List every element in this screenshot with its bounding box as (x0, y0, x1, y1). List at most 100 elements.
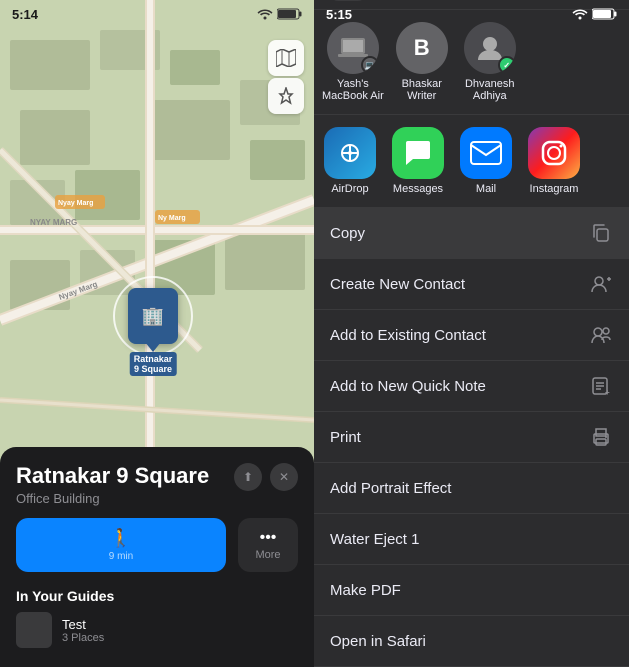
guide-info: Test 3 Places (62, 617, 104, 644)
status-time-right: 5:15 (326, 7, 352, 22)
person-avatar-bhaskar: B (396, 22, 448, 74)
instagram-icon (528, 127, 580, 179)
create-contact-label: Create New Contact (330, 276, 579, 293)
person-name-dhvanesh: DhvaneshAdhiya (465, 78, 515, 102)
map-controls (268, 40, 304, 114)
action-water-eject[interactable]: Water Eject 1 (314, 514, 629, 565)
person-name-yash: Yash'sMacBook Air (322, 78, 384, 102)
compass-icon (277, 87, 295, 105)
messages-icon (392, 127, 444, 179)
water-eject-icon (589, 527, 613, 551)
map-type-button[interactable] (268, 40, 304, 76)
battery-icon (277, 8, 302, 20)
place-type: Office Building (16, 491, 298, 506)
instagram-label: Instagram (530, 183, 579, 195)
copy-symbol (591, 223, 611, 243)
copy-label: Copy (330, 225, 579, 242)
bhaskar-initial: B (414, 35, 430, 61)
guides-title: In Your Guides (16, 588, 298, 604)
battery-icon-right (592, 8, 617, 20)
app-item-instagram[interactable]: Instagram (526, 127, 582, 195)
device-badge-dhvanesh: ✓ (498, 56, 516, 74)
left-map-panel: Nyay Marg NYAY MARG Nyay Marg Ny Marg 5:… (0, 0, 314, 667)
make-pdf-label: Make PDF (330, 582, 579, 599)
mail-symbol (470, 141, 502, 165)
action-portrait[interactable]: Add Portrait Effect (314, 463, 629, 514)
person-item-dhvanesh[interactable]: ✓ DhvaneshAdhiya (460, 22, 520, 102)
action-add-existing-contact[interactable]: Add to Existing Contact (314, 310, 629, 361)
action-row: 🚶 9 min ••• More (16, 518, 298, 572)
device-badge-yash: 💻 (361, 56, 379, 74)
messages-symbol (403, 138, 433, 168)
location-button[interactable] (268, 78, 304, 114)
portrait-label: Add Portrait Effect (330, 480, 579, 497)
close-button[interactable]: ✕ (270, 463, 298, 491)
person-add-symbol (591, 274, 611, 294)
guide-count: 3 Places (62, 632, 104, 644)
quick-note-icon: + (589, 374, 613, 398)
action-list: Copy Create New Contact (314, 208, 629, 667)
status-icons-left (257, 8, 302, 20)
copy-icon (589, 221, 613, 245)
walk-icon: 🚶 (110, 528, 132, 549)
action-make-pdf[interactable]: Make PDF (314, 565, 629, 616)
status-time-left: 5:14 (12, 7, 38, 22)
bottom-sheet-left: ⬆ ✕ Ratnakar 9 Square Office Building 🚶 … (0, 447, 314, 667)
pin-label: Ratnakar9 Square (130, 352, 177, 376)
open-safari-label: Open in Safari (330, 633, 579, 650)
person-existing-symbol (591, 325, 611, 345)
action-copy[interactable]: Copy (314, 208, 629, 259)
water-eject-label: Water Eject 1 (330, 531, 579, 548)
svg-text:Nyay Marg: Nyay Marg (58, 200, 93, 207)
mail-label: Mail (476, 183, 496, 195)
walk-button[interactable]: 🚶 9 min (16, 518, 226, 572)
share-sheet: 🗺 Ratnakar 9 Square Office Building · DJ… (314, 0, 629, 667)
create-contact-icon (589, 272, 613, 296)
print-icon (589, 425, 613, 449)
person-avatar-dhvanesh: ✓ (464, 22, 516, 74)
app-item-mail[interactable]: Mail (458, 127, 514, 195)
right-share-panel: 5:15 🗺 Ratnakar 9 Square Office Building… (314, 0, 629, 667)
apps-row: AirDrop Messages Mail (314, 115, 629, 208)
mail-icon (460, 127, 512, 179)
print-label: Print (330, 429, 579, 446)
guide-item[interactable]: Test 3 Places (16, 612, 298, 648)
sheet-controls: ⬆ ✕ (234, 463, 298, 491)
more-icon: ••• (260, 529, 277, 547)
wifi-icon-right (572, 8, 588, 20)
wifi-icon (257, 8, 273, 20)
location-pin: 🏢 Ratnakar9 Square (128, 288, 178, 344)
instagram-symbol (539, 138, 569, 168)
share-button[interactable]: ⬆ (234, 463, 262, 491)
portrait-icon (589, 476, 613, 500)
airdrop-symbol (335, 138, 365, 168)
location-pin-area: 🏢 Ratnakar9 Square (113, 276, 193, 356)
more-label: More (255, 549, 280, 561)
note-symbol: + (591, 376, 611, 396)
app-item-airdrop[interactable]: AirDrop (322, 127, 378, 195)
status-bar-right: 5:15 (314, 0, 629, 28)
person-item-yash[interactable]: 💻 Yash'sMacBook Air (322, 22, 384, 102)
guides-section: In Your Guides Test 3 Places (16, 588, 298, 648)
guide-name: Test (62, 617, 104, 632)
person-name-bhaskar: BhaskarWriter (402, 78, 442, 102)
more-button[interactable]: ••• More (238, 518, 298, 572)
action-quick-note[interactable]: Add to New Quick Note + (314, 361, 629, 412)
guide-thumbnail (16, 612, 52, 648)
action-print[interactable]: Print (314, 412, 629, 463)
messages-label: Messages (393, 183, 443, 195)
add-existing-icon (589, 323, 613, 347)
airdrop-icon (324, 127, 376, 179)
action-open-safari[interactable]: Open in Safari (314, 616, 629, 667)
quick-note-label: Add to New Quick Note (330, 378, 579, 395)
airdrop-label: AirDrop (331, 183, 368, 195)
person-avatar-yash: 💻 (327, 22, 379, 74)
action-create-contact[interactable]: Create New Contact (314, 259, 629, 310)
walk-time: 9 min (109, 551, 133, 562)
app-item-messages[interactable]: Messages (390, 127, 446, 195)
person-item-bhaskar[interactable]: B BhaskarWriter (392, 22, 452, 102)
status-icons-right (572, 8, 617, 20)
make-pdf-icon (589, 578, 613, 602)
open-safari-icon (589, 629, 613, 653)
map-icon (276, 49, 296, 67)
